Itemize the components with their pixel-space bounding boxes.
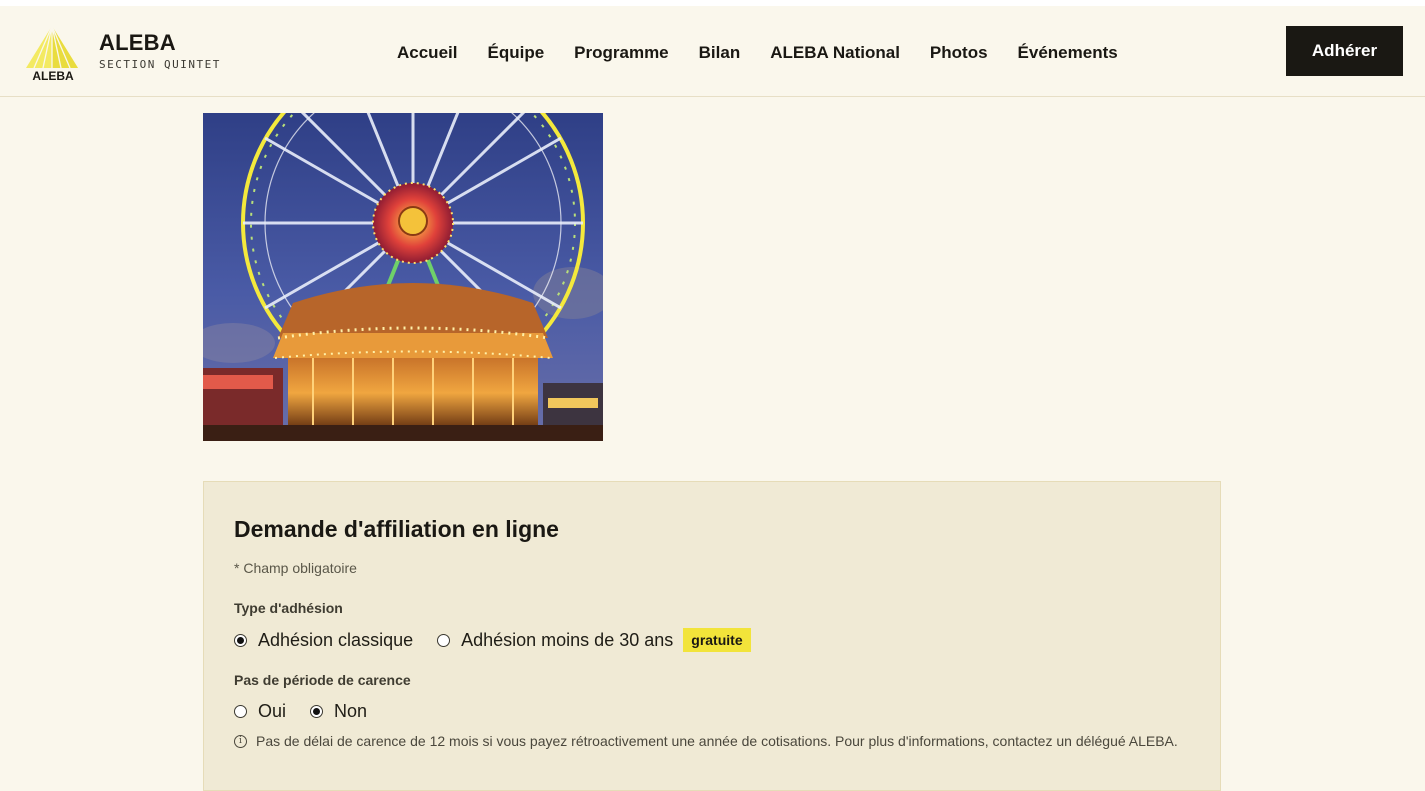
form-title: Demande d'affiliation en ligne: [234, 516, 559, 542]
radio-adhesion-classique[interactable]: [234, 633, 247, 647]
ferris-wheel-carousel-photo: [203, 113, 603, 441]
waiting-period-info: i Pas de délai de carence de 12 mois si …: [234, 732, 1194, 751]
free-badge: gratuite: [683, 628, 751, 652]
option-label: Oui: [258, 701, 287, 721]
membership-type-label: Type d'adhésion: [234, 600, 343, 616]
site-header: ALEBA ALEBA SECTION QUINTET Accueil Équi…: [0, 6, 1425, 97]
nav-bilan[interactable]: Bilan: [684, 40, 756, 68]
option-adhesion-moins-30[interactable]: Adhésion moins de 30 ans: [437, 630, 673, 651]
option-oui[interactable]: Oui: [234, 701, 286, 722]
radio-oui[interactable]: [234, 705, 247, 718]
membership-type-options: Adhésion classique Adhésion moins de 30 …: [234, 628, 751, 652]
option-label: Adhésion classique: [258, 629, 414, 650]
affiliation-form: Demande d'affiliation en ligne * Champ o…: [203, 481, 1221, 791]
waiting-period-label: Pas de période de carence: [234, 672, 411, 688]
join-button[interactable]: Adhérer: [1286, 26, 1403, 76]
nav-programme[interactable]: Programme: [559, 40, 683, 68]
brand-name[interactable]: ALEBA: [99, 30, 176, 56]
radio-non[interactable]: [310, 705, 324, 718]
main-nav: Accueil Équipe Programme Bilan ALEBA Nat…: [382, 40, 1133, 68]
radio-adhesion-moins-30[interactable]: [437, 633, 451, 647]
option-label: Non: [334, 701, 368, 721]
aleba-logo-icon: ALEBA: [26, 25, 78, 83]
nav-accueil[interactable]: Accueil: [382, 40, 472, 68]
logo-text: ALEBA: [32, 69, 74, 82]
required-note: * Champ obligatoire: [234, 560, 357, 576]
nav-evenements[interactable]: Événements: [1003, 40, 1133, 68]
nav-aleba-national[interactable]: ALEBA National: [755, 40, 915, 68]
nav-photos[interactable]: Photos: [915, 40, 1003, 68]
option-adhesion-classique[interactable]: Adhésion classique: [234, 630, 413, 651]
waiting-period-options: Oui Non: [234, 701, 391, 722]
option-label: Adhésion moins de 30 ans: [461, 629, 674, 650]
nav-equipe[interactable]: Équipe: [472, 40, 559, 68]
option-non[interactable]: Non: [310, 701, 367, 722]
aleba-logo[interactable]: ALEBA: [22, 25, 84, 83]
info-icon: i: [234, 735, 247, 748]
brand-subtitle: SECTION QUINTET: [99, 58, 221, 71]
info-text: Pas de délai de carence de 12 mois si vo…: [256, 733, 1178, 749]
